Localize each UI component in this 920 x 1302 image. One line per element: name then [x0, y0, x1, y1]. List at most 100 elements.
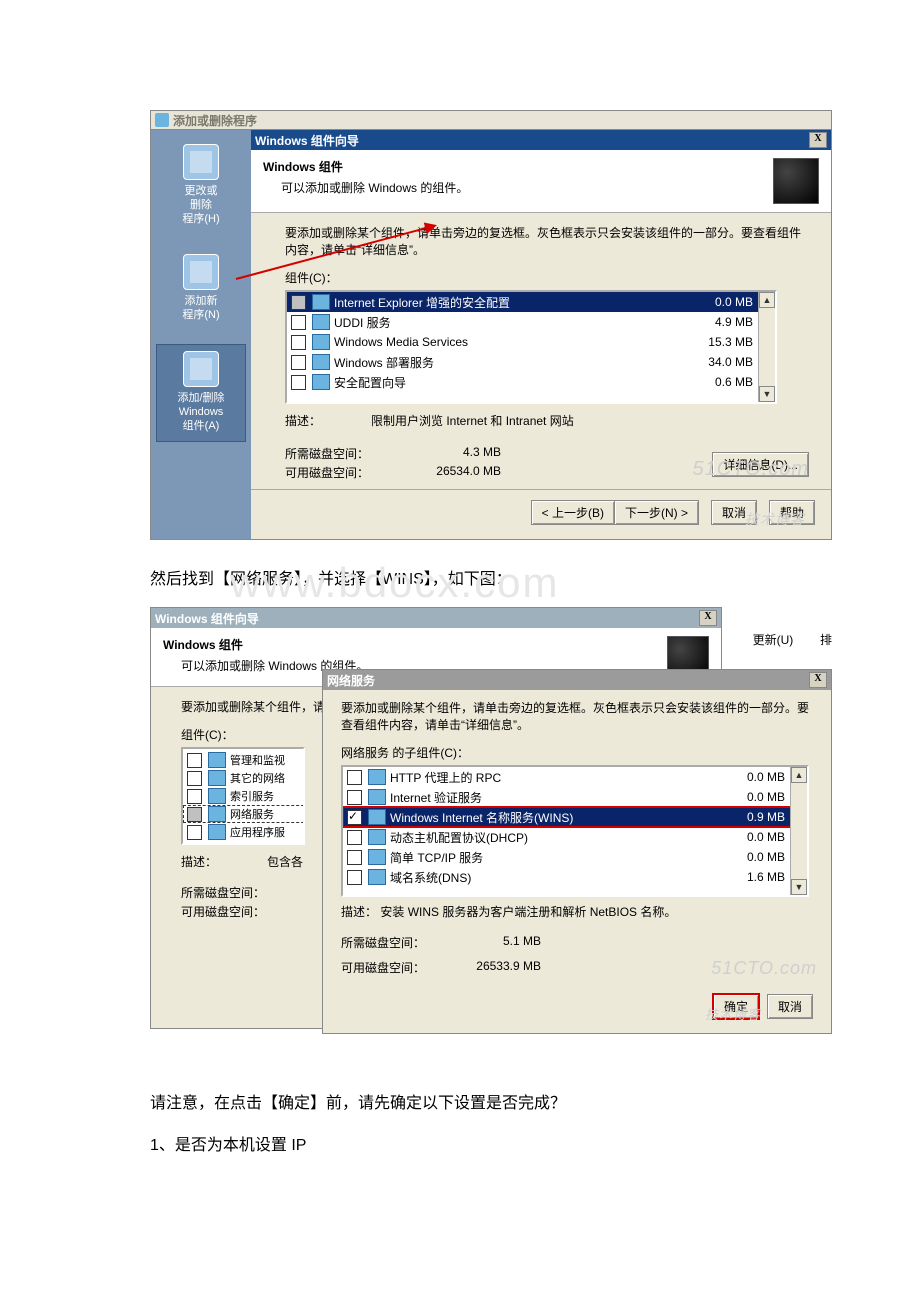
item-label: 索引服务 [230, 788, 274, 804]
close-icon[interactable]: X [699, 610, 717, 626]
sidebar-item-change-remove[interactable]: 更改或 删除 程序(H) [157, 138, 245, 234]
list-item[interactable]: 其它的网络 [183, 769, 305, 787]
uddi-icon [312, 314, 330, 330]
list-item[interactable]: 简单 TCP/IP 服务 0.0 MB [343, 847, 793, 867]
list-item[interactable]: 域名系统(DNS) 1.6 MB [343, 867, 793, 887]
cancel-button[interactable]: 取消 [767, 994, 813, 1019]
wins-icon [368, 809, 386, 825]
list-item[interactable]: 管理和监视 [183, 751, 305, 769]
components-list[interactable]: 管理和监视 其它的网络 索引服务 [181, 747, 305, 845]
ok-button[interactable]: 确定 [713, 994, 759, 1019]
item-size: 0.0 MB [715, 790, 789, 804]
item-size: 0.0 MB [715, 830, 789, 844]
details-button[interactable]: 详细信息(D)... [712, 452, 809, 477]
wizard-title: Windows 组件向导 [155, 610, 259, 627]
scrollbar[interactable]: ▲ ▼ [758, 292, 775, 402]
wizard-instruction: 要添加或删除某个组件，请单击旁边的复选框。灰色框表示只会安装该组件的一部分。要查… [285, 225, 811, 259]
subcomponents-label: 网络服务 的子组件(C)： [341, 744, 813, 761]
sidebar-item-add-new[interactable]: 添加新 程序(N) [157, 248, 245, 330]
back-button[interactable]: < 上一步(B) [531, 500, 614, 525]
dialog-titlebar: 网络服务 X [323, 670, 831, 690]
checkbox[interactable] [347, 830, 362, 845]
checkbox[interactable] [291, 355, 306, 370]
wizard-titlebar: Windows 组件向导 X [251, 130, 831, 150]
list-item[interactable]: 动态主机配置协议(DHCP) 0.0 MB [343, 827, 793, 847]
add-new-icon [183, 254, 219, 290]
checkbox[interactable] [187, 753, 202, 768]
scw-icon [312, 374, 330, 390]
checkbox[interactable] [187, 771, 202, 786]
list-item[interactable]: Windows Media Services 15.3 MB [287, 332, 761, 352]
component-icon [208, 770, 226, 786]
side-label: 程序(H) [159, 212, 243, 226]
item-label: 动态主机配置协议(DHCP) [390, 829, 715, 846]
item-label: 应用程序服 [230, 824, 285, 840]
close-icon[interactable]: X [809, 132, 827, 148]
scroll-down-icon[interactable]: ▼ [791, 879, 807, 895]
close-icon[interactable]: X [809, 672, 827, 688]
list-item[interactable]: Internet 验证服务 0.0 MB [343, 787, 793, 807]
list-item-network-services[interactable]: 网络服务 [183, 805, 305, 823]
component-icon [208, 752, 226, 768]
list-item[interactable]: Windows 部署服务 34.0 MB [287, 352, 761, 372]
checkbox[interactable] [187, 825, 202, 840]
space-req-key: 所需磁盘空间： [341, 934, 451, 959]
next-button[interactable]: 下一步(N) > [614, 500, 699, 525]
list-item[interactable]: 安全配置向导 0.6 MB [287, 372, 761, 392]
desc-val: 安装 WINS 服务器为客户端注册和解析 NetBIOS 名称。 [380, 905, 676, 919]
arp-icon [155, 113, 169, 127]
list-item[interactable]: 索引服务 [183, 787, 305, 805]
item-label: Internet 验证服务 [390, 789, 715, 806]
item-label: 简单 TCP/IP 服务 [390, 849, 715, 866]
checkbox[interactable] [347, 810, 362, 825]
list-item[interactable]: UDDI 服务 4.9 MB [287, 312, 761, 332]
checkbox[interactable] [291, 375, 306, 390]
side-label: 程序(N) [159, 308, 243, 322]
list-item-wins[interactable]: Windows Internet 名称服务(WINS) 0.9 MB [343, 807, 793, 827]
space-av-key: 可用磁盘空间： [285, 464, 411, 481]
help-button[interactable]: 帮助 [769, 500, 815, 525]
item-size: 0.0 MB [715, 850, 789, 864]
checkbox[interactable] [347, 790, 362, 805]
checkbox[interactable] [187, 789, 202, 804]
side-label: 组件(A) [159, 419, 243, 433]
doc-paragraph: 然后找到【网络服务】，并选择【WINS】，如下图： [150, 571, 512, 588]
cancel-button[interactable]: 取消 [711, 500, 757, 525]
scroll-up-icon[interactable]: ▲ [759, 292, 775, 308]
list-item[interactable]: HTTP 代理上的 RPC 0.0 MB [343, 767, 793, 787]
checkbox[interactable] [347, 770, 362, 785]
scrollbar[interactable]: ▲ ▼ [790, 767, 807, 895]
scroll-up-icon[interactable]: ▲ [791, 767, 807, 783]
scroll-down-icon[interactable]: ▼ [759, 386, 775, 402]
side-label: 添加新 [159, 294, 243, 308]
sidebar-item-windows-components[interactable]: 添加/删除 Windows 组件(A) [156, 344, 246, 442]
checkbox[interactable] [291, 295, 306, 310]
space-av-val: 26534.0 MB [411, 464, 501, 481]
list-item[interactable]: Internet Explorer 增强的安全配置 0.0 MB [287, 292, 761, 312]
network-icon [208, 806, 226, 822]
wizard-head-title: Windows 组件 [263, 158, 468, 175]
checkbox[interactable] [187, 807, 202, 822]
update-link[interactable]: 更新(U) [753, 633, 794, 647]
space-req-key: 所需磁盘空间： [285, 445, 411, 462]
doc-paragraph: 请注意，在点击【确定】前，请先确定以下设置是否完成？ [150, 1089, 780, 1113]
space-req-key: 所需磁盘空间： [181, 884, 265, 901]
list-item[interactable]: 应用程序服 [183, 823, 305, 841]
checkbox[interactable] [347, 870, 362, 885]
space-av-key: 可用磁盘空间： [181, 903, 265, 920]
item-label: Internet Explorer 增强的安全配置 [334, 294, 683, 311]
dialog-title: 网络服务 [327, 672, 375, 689]
arp-sidebar: 更改或 删除 程序(H) 添加新 程序(N) 添加/删除 Windows 组件(… [151, 130, 251, 539]
item-size: 4.9 MB [683, 315, 757, 329]
checkbox[interactable] [291, 315, 306, 330]
checkbox[interactable] [347, 850, 362, 865]
item-size: 0.9 MB [715, 810, 789, 824]
wizard-head-title: Windows 组件 [163, 636, 368, 653]
item-label: Windows Media Services [334, 335, 683, 349]
checkbox[interactable] [291, 335, 306, 350]
sort-link[interactable]: 排 [820, 633, 832, 647]
item-label: 域名系统(DNS) [390, 869, 715, 886]
subcomponents-list[interactable]: HTTP 代理上的 RPC 0.0 MB Internet 验证服务 0.0 M… [341, 765, 809, 897]
side-label: 删除 [159, 198, 243, 212]
components-list[interactable]: Internet Explorer 增强的安全配置 0.0 MB UDDI 服务… [285, 290, 777, 404]
